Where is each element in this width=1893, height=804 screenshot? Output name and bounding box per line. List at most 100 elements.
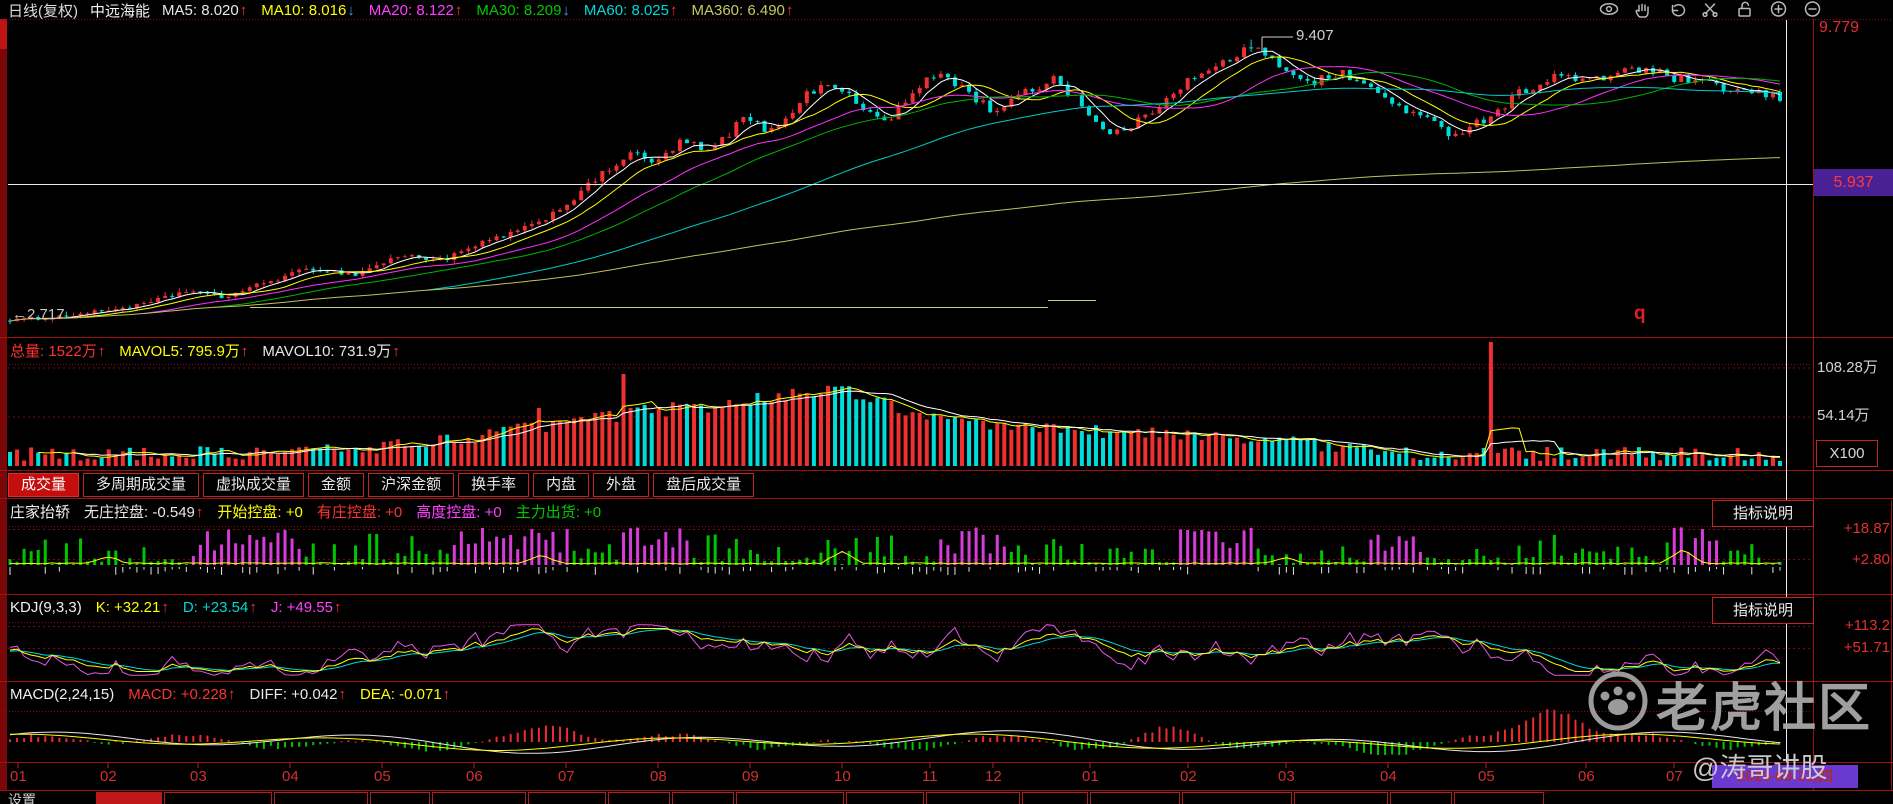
kdj-axis-lower: +51.71 bbox=[1843, 639, 1890, 656]
indicator-field: MA20: 8.122↑ bbox=[368, 1, 463, 19]
scissors-icon[interactable] bbox=[1700, 0, 1721, 18]
bottom-indicator-tab[interactable] bbox=[608, 792, 670, 804]
tab-金额[interactable]: 金额 bbox=[308, 473, 365, 497]
axis-month-label: 03 bbox=[1278, 768, 1295, 785]
zhuangjia-title: 庄家抬轿 bbox=[10, 503, 71, 521]
bottom-indicator-tab[interactable] bbox=[1182, 792, 1292, 804]
indicator-field: 有庄控盘: +0 bbox=[316, 503, 403, 521]
indicator-field: 主力出货: +0 bbox=[515, 503, 602, 521]
bottom-indicator-tab[interactable] bbox=[1390, 792, 1452, 804]
indicator-field: DIFF: +0.042↑ bbox=[249, 685, 346, 703]
tiger-paw-logo-icon bbox=[1586, 669, 1650, 738]
period-label: 日线(复权) bbox=[8, 2, 78, 20]
hand-icon[interactable] bbox=[1632, 0, 1653, 18]
up-arrow-icon: ↑ bbox=[239, 1, 248, 19]
indicator-field: MA5: 8.020↑ bbox=[162, 1, 248, 19]
indicator-field: MA30: 8.209↓ bbox=[476, 1, 570, 19]
indicator-field: 开始控盘: +0 bbox=[217, 503, 303, 521]
indicator-field: MACD: +0.228↑ bbox=[128, 685, 236, 703]
bottom-indicator-tab[interactable] bbox=[96, 792, 162, 804]
bottom-indicator-tab[interactable] bbox=[1454, 792, 1544, 804]
down-arrow-icon: ↓ bbox=[562, 1, 570, 19]
tab-换手率[interactable]: 换手率 bbox=[458, 473, 530, 497]
up-arrow-icon: ↑ bbox=[161, 598, 169, 616]
zhuangjia-axis-upper: +18.87 bbox=[1843, 520, 1890, 537]
bottom-indicator-tab[interactable] bbox=[1090, 792, 1180, 804]
macd-title: MACD(2,24,15) bbox=[10, 685, 115, 703]
indicator-help-button[interactable]: 指标说明 bbox=[1712, 597, 1814, 624]
bottom-indicator-tab[interactable] bbox=[926, 792, 1020, 804]
bottom-indicator-tab[interactable] bbox=[274, 792, 368, 804]
bottom-indicator-tab[interactable] bbox=[672, 792, 734, 804]
tab-内盘[interactable]: 内盘 bbox=[533, 473, 590, 497]
eye-icon[interactable] bbox=[1598, 0, 1619, 18]
symbol-name: 中远海能 bbox=[90, 2, 151, 20]
tab-沪深金额[interactable]: 沪深金额 bbox=[368, 473, 455, 497]
axis-month-label: 09 bbox=[742, 768, 759, 785]
axis-month-label: 11 bbox=[922, 768, 938, 785]
ma-values: MA5: 8.020↑ MA10: 8.016↓ MA20: 8.122↑ MA30:… bbox=[162, 2, 807, 19]
undo-icon[interactable] bbox=[1666, 0, 1687, 18]
tab-盘后成交量[interactable]: 盘后成交量 bbox=[653, 473, 755, 497]
tab-外盘[interactable]: 外盘 bbox=[593, 473, 650, 497]
indicator-field: DEA: -0.071↑ bbox=[359, 685, 451, 703]
axis-month-label: 02 bbox=[100, 768, 117, 785]
bottom-indicator-tab[interactable] bbox=[528, 792, 606, 804]
bottom-indicator-tab[interactable] bbox=[1294, 792, 1388, 804]
crosshair-price-tag: 5.937 bbox=[1814, 169, 1893, 196]
zhuangjia-axis-lower: +2.80 bbox=[1852, 551, 1890, 568]
indicator-field: 高度控盘: +0 bbox=[416, 503, 502, 521]
up-arrow-icon: ↑ bbox=[249, 598, 257, 616]
indicator-tab-bar: 成交量 多周期成交量 虚拟成交量 金额 沪深金额 换手率 内盘 外盘 盘后成交量 bbox=[8, 473, 758, 497]
chart-low-label: ←2.717 bbox=[12, 306, 65, 323]
tab-虚拟成交量[interactable]: 虚拟成交量 bbox=[203, 473, 305, 497]
bottom-indicator-tab[interactable] bbox=[846, 792, 924, 804]
up-arrow-icon: ↑ bbox=[442, 685, 451, 703]
axis-month-label: 06 bbox=[1578, 768, 1595, 785]
down-arrow-icon: ↓ bbox=[347, 1, 355, 19]
indicator-field: MA60: 8.025↑ bbox=[583, 1, 678, 19]
up-arrow-icon: ↑ bbox=[454, 1, 463, 19]
volume-axis-lower: 54.14万 bbox=[1817, 407, 1870, 424]
bottom-indicator-tab[interactable] bbox=[370, 792, 430, 804]
volume-axis-upper: 108.28万 bbox=[1817, 359, 1878, 376]
indicator-field: MAVOL10: 731.9万↑ bbox=[262, 342, 400, 360]
axis-month-label: 02 bbox=[1180, 768, 1197, 785]
indicator-field: 总量: 1522万↑ bbox=[10, 342, 106, 360]
axis-month-label: 01 bbox=[1082, 768, 1099, 785]
settings-button[interactable]: 设置 bbox=[8, 792, 36, 804]
bottom-indicator-tab[interactable] bbox=[432, 792, 526, 804]
up-arrow-icon: ↑ bbox=[392, 342, 400, 360]
chart-high-label: 9.407 bbox=[1296, 27, 1334, 44]
axis-month-label: 07 bbox=[1666, 768, 1683, 785]
kdj-header: KDJ(9,3,3) K: +32.21↑ D: +23.54↑ J: +49.55… bbox=[10, 598, 355, 616]
quarter-marker: q bbox=[1634, 303, 1646, 324]
kdj-axis-upper: +113.2 bbox=[1844, 617, 1890, 634]
zoom-in-icon[interactable] bbox=[1768, 0, 1789, 18]
bottom-indicator-tab[interactable] bbox=[1022, 792, 1088, 804]
axis-month-label: 05 bbox=[1478, 768, 1495, 785]
kdj-title: KDJ(9,3,3) bbox=[10, 598, 82, 616]
axis-month-label: 04 bbox=[282, 768, 299, 785]
lock-icon[interactable] bbox=[1734, 0, 1755, 18]
axis-month-label: 10 bbox=[834, 768, 851, 785]
axis-month-label: 12 bbox=[985, 768, 1002, 785]
up-arrow-icon: ↑ bbox=[785, 1, 794, 19]
axis-month-label: 05 bbox=[374, 768, 391, 785]
indicator-field: 无庄控盘: -0.549↑ bbox=[84, 503, 204, 521]
axis-high-value: 9.779 bbox=[1819, 19, 1860, 36]
up-arrow-icon: ↑ bbox=[240, 342, 249, 360]
up-arrow-icon: ↑ bbox=[97, 342, 106, 360]
tab-多周期成交量[interactable]: 多周期成交量 bbox=[83, 473, 200, 497]
zoom-out-icon[interactable] bbox=[1802, 0, 1823, 18]
indicator-help-button[interactable]: 指标说明 bbox=[1712, 500, 1814, 527]
watermark-tiger-community: 老虎社区 bbox=[1586, 666, 1872, 741]
up-arrow-icon: ↑ bbox=[228, 685, 236, 703]
watermark-author: @涛哥讲股 bbox=[1692, 753, 1828, 783]
topbar-icons bbox=[1598, 0, 1823, 18]
bottom-indicator-tab[interactable] bbox=[164, 792, 272, 804]
indicator-field: D: +23.54↑ bbox=[182, 598, 257, 616]
bottom-indicator-tab[interactable] bbox=[736, 792, 844, 804]
topbar: 日线(复权) 中远海能 MA5: 8.020↑ MA10: 8.016↓ MA20:… bbox=[8, 1, 807, 20]
tab-成交量[interactable]: 成交量 bbox=[8, 473, 80, 497]
